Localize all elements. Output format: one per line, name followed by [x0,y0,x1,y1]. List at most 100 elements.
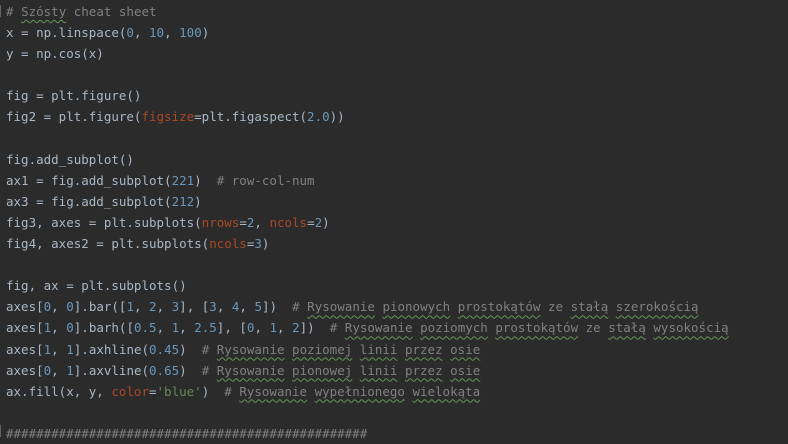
code-token-number: 0.65 [149,362,180,378]
code-token-number: 1 [66,362,74,378]
code-token-comment-typo: pionowych [382,299,451,315]
code-token-comment-typo: osie [450,341,481,357]
code-token-plain: , [156,299,172,315]
code-token-comment-typo: szerokością [615,299,699,315]
code-line[interactable]: y = np.cos(x) [6,43,729,64]
code-token-plain: , [254,214,270,230]
code-token-comment [285,342,293,357]
code-token-plain: , [51,299,67,315]
code-line[interactable]: # Szósty cheat sheet [6,1,729,22]
code-token-plain: fig = plt.figure() [6,88,142,104]
code-line[interactable] [6,64,729,85]
code-token-comment-typo: wysokością [653,320,729,336]
code-token-plain: ax.fill(x, y, [6,383,112,399]
code-token-plain: fig.add_subplot() [6,151,134,167]
code-token-comment [443,342,451,357]
code-token-plain: ]) [262,299,293,315]
code-token-plain: , [216,299,232,315]
fold-marker-bottom[interactable] [0,425,4,437]
code-token-number: 0 [66,320,74,336]
code-token-comment: # [224,383,240,399]
code-token-number: 0 [66,299,74,315]
code-token-plain: , [51,320,67,336]
code-token-plain: , [133,25,150,41]
code-token-plain: axes[ [6,299,44,315]
code-token-comment: cheat sheet [66,4,157,19]
code-token-comment-typo: linii [359,362,398,378]
code-token-kwarg: figsize [141,109,195,125]
code-token-number: 1 [126,299,134,315]
code-token-plain: )) [329,109,345,125]
code-token-number: 1 [269,320,278,336]
code-area[interactable]: # Szósty cheat sheet x = np.linspace(0, 1… [6,1,729,444]
code-token-comment [450,299,458,314]
code-token-plain: fig2 = plt.figure( [6,109,142,125]
code-token-plain: , [156,320,172,336]
code-token-plain: ) [322,214,330,230]
code-token-plain: , [254,320,270,336]
code-token-number: 221 [171,172,195,188]
code-token-comment [397,363,405,378]
code-token-plain: axes[ [6,341,44,357]
code-token-comment: ze [540,299,571,315]
code-line[interactable]: axes[1, 1].axhline(0.45) # Rysowanie poz… [6,339,729,360]
code-token-comment-typo: Rysowanie [216,341,285,357]
code-line[interactable]: axes[0, 1].axvline(0.65) # Rysowanie pio… [6,360,729,381]
code-token-comment-typo: osie [450,362,481,378]
code-token-plain: ) [201,383,225,399]
code-line[interactable]: ax1 = fig.add_subplot(221) # row-col-num [6,170,729,191]
code-token-comment [397,342,405,357]
code-line[interactable]: x = np.linspace(0, 10, 100) [6,22,729,43]
code-token-number: 3 [209,299,217,315]
code-line[interactable]: ax3 = fig.add_subplot(212) [6,191,729,212]
code-token-comment-typo: Rysowanie [344,320,413,336]
code-line[interactable]: ########################################… [6,423,729,444]
code-token-plain: ) [179,362,202,378]
code-token-plain: ) [201,25,210,41]
code-line[interactable]: fig4, axes2 = plt.subplots(ncols=3) [6,233,729,254]
code-token-number: 3 [254,236,262,252]
code-token-number: 1 [66,341,74,357]
code-token-comment: # [6,4,22,19]
code-token-number: 212 [171,193,195,209]
code-token-comment-typo: poziomej [292,341,353,357]
code-token-comment [352,363,360,378]
code-line[interactable]: fig.add_subplot() [6,149,729,170]
code-line[interactable]: fig = plt.figure() [6,85,729,106]
code-token-comment: # row-col-num [216,172,315,188]
code-line[interactable]: fig3, axes = plt.subplots(nrows=2, ncols… [6,212,729,233]
code-token-plain: ) [261,236,270,252]
code-token-kwarg: color [111,383,149,399]
code-line[interactable] [6,128,729,149]
code-line[interactable] [6,254,729,275]
code-token-kwarg: ncols [209,236,247,252]
code-token-comment-typo: Rysowanie [216,362,285,378]
code-token-comment: # [329,320,345,336]
code-token-number: 2 [149,299,157,315]
code-token-comment-typo: linii [359,341,398,357]
code-token-comment-typo: wielokąta [412,383,481,399]
fold-marker-top[interactable] [0,5,4,17]
code-line[interactable]: axes[1, 0].barh([0.5, 1, 2.5], [0, 1, 2]… [6,317,729,338]
code-token-comment [285,363,293,378]
code-token-string: 'blue' [156,383,202,399]
code-line[interactable]: fig2 = plt.figure(figsize=plt.figaspect(… [6,106,729,127]
code-token-plain: ) [194,193,202,209]
code-token-plain: ], [ [179,299,210,315]
code-line[interactable] [6,402,729,423]
code-token-comment-typo: Szósty [21,4,67,19]
code-line[interactable]: ax.fill(x, y, color='blue') # Rysowanie … [6,381,729,402]
code-token-plain: x = np.linspace( [6,25,127,41]
code-token-comment-typo: przez [404,362,443,378]
code-token-number: 0.45 [149,341,180,357]
code-editor[interactable]: # Szósty cheat sheet x = np.linspace(0, 1… [0,0,788,444]
code-token-plain: fig3, axes = plt.subplots( [6,214,202,230]
code-token-comment-typo: pionowej [292,362,353,378]
code-token-plain: ax3 = fig.add_subplot( [6,193,172,209]
code-token-number: 2.0 [307,109,330,125]
code-token-comment: # [201,362,217,378]
code-token-number: 2.5 [194,320,217,336]
code-line[interactable]: fig, ax = plt.subplots() [6,275,729,296]
code-line[interactable]: axes[0, 0].bar([1, 2, 3], [3, 4, 5]) # R… [6,296,729,317]
code-token-comment [608,299,616,314]
